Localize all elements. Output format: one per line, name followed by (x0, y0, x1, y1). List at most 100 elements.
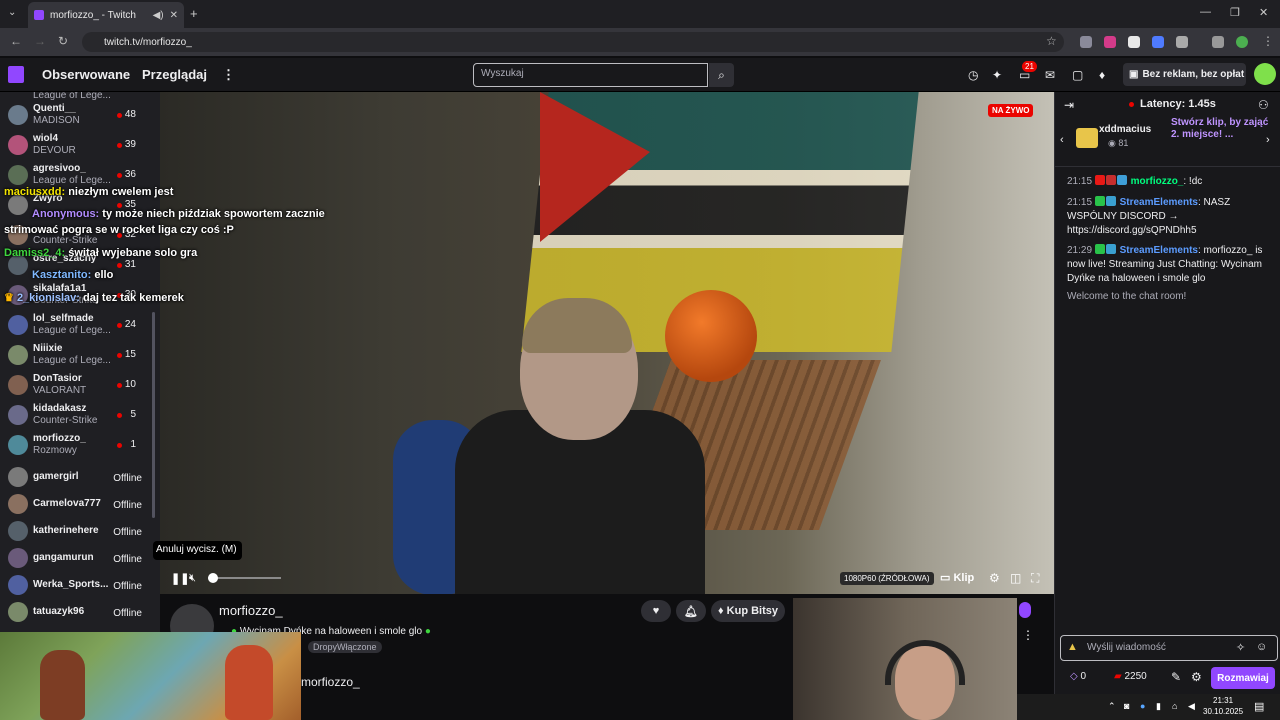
channel-name[interactable]: morfiozzo_ (219, 603, 283, 618)
emote-icon[interactable]: ✧ (1236, 641, 1245, 654)
minimize-icon[interactable]: — (1200, 6, 1211, 18)
tray-chevron-icon[interactable]: ⌃ (1108, 701, 1116, 712)
sidebar-channel-row[interactable]: DonTasior VALORANT 10 (0, 370, 160, 400)
sidebar-channel-row[interactable]: Niiixie League of Lege... 15 (0, 340, 160, 370)
sidebar-channel-row[interactable]: Quenti__ MADISON 48 (0, 100, 160, 130)
search-icon[interactable]: ⌕ (709, 63, 734, 87)
extension-icon[interactable] (1104, 36, 1116, 48)
taskbar-clock[interactable]: 21:31 30.10.2025 (1203, 695, 1243, 717)
hype-message[interactable]: Stwórz klip, by zająć 2. miejsce! ... (1171, 117, 1271, 141)
turbo-button[interactable]: ▣ Bez reklam, bez opłat (1123, 63, 1246, 86)
extensions-puzzle-icon[interactable] (1176, 36, 1188, 48)
sidebar-offline-row[interactable]: Werka_Sports... Offline (0, 570, 160, 600)
tray-mic-icon[interactable]: ▮ (1156, 701, 1161, 712)
browser-tab[interactable]: morfiozzo_ - Twitch ◀) ✕ (28, 2, 184, 28)
live-dot (117, 143, 122, 148)
green-dot-icon: ● (424, 626, 431, 637)
offline-status: Offline (113, 581, 142, 592)
nav-following[interactable]: Obserwowane (42, 67, 130, 82)
restore-icon[interactable]: ❐ (1230, 6, 1240, 19)
offline-status: Offline (113, 473, 142, 484)
tray-network-icon[interactable]: ⌂ (1172, 701, 1177, 711)
buy-bits-button[interactable]: ♦ Kup Bitsy (711, 600, 785, 622)
sidebar-offline-row[interactable]: Carmelova777 Offline (0, 489, 160, 519)
send-chat-button[interactable]: Rozmawiaj (1211, 667, 1275, 689)
community-icon[interactable]: ⚇ (1258, 98, 1269, 112)
user-avatar[interactable] (1254, 63, 1276, 85)
collapse-chat-icon[interactable]: ⇥ (1064, 98, 1074, 112)
drops-icon[interactable]: ✦ (992, 68, 1002, 82)
settings-gear-icon[interactable]: ⚙ (989, 571, 1000, 585)
channel-avatar (8, 548, 28, 568)
volume-slider[interactable] (208, 577, 281, 579)
sidebar-scrollbar[interactable] (152, 312, 155, 518)
bits-cheer-icon[interactable]: ▲ (1067, 641, 1078, 653)
extension-icon[interactable] (1128, 36, 1140, 48)
sidebar-offline-row[interactable]: gangamurun Offline (0, 543, 160, 573)
fullscreen-icon[interactable]: ⛶ (1031, 571, 1039, 586)
profile-icon[interactable] (1236, 36, 1248, 48)
chevron-left-icon[interactable]: ‹ (1060, 134, 1064, 146)
tab-close-icon[interactable]: ✕ (170, 10, 178, 21)
subscribe-check-icon[interactable] (1019, 602, 1031, 618)
chevron-right-icon[interactable]: › (1266, 134, 1270, 146)
tray-volume-icon[interactable]: ◀ (1188, 701, 1195, 712)
close-window-icon[interactable]: ✕ (1259, 6, 1268, 19)
extension-icon[interactable] (1152, 36, 1164, 48)
channel-points[interactable]: ◇ 0 (1070, 671, 1086, 682)
chat-tools-icon[interactable]: ✎ (1171, 670, 1181, 684)
bits-balance[interactable]: ▰ 2250 (1114, 671, 1147, 682)
chat-bubble-icon[interactable]: ▢ (1072, 68, 1083, 82)
pause-icon[interactable]: ❚❚ (171, 572, 189, 585)
chat-settings-icon[interactable]: ⚙ (1191, 670, 1202, 684)
bookmark-star-icon[interactable]: ☆ (1046, 34, 1057, 48)
new-tab-icon[interactable]: + (190, 6, 198, 21)
more-options-icon[interactable]: ⋮ (1022, 628, 1034, 642)
viewer-count: 31 (124, 259, 136, 270)
follow-heart-icon[interactable]: ♥ (641, 600, 671, 622)
live-dot (1129, 102, 1134, 107)
muted-speaker-icon[interactable]: 🔇︎ (189, 572, 196, 585)
reading-list-icon[interactable] (1212, 36, 1224, 48)
theatre-mode-icon[interactable]: ◫ (1010, 571, 1021, 585)
search-input[interactable]: Wyszukaj (473, 63, 708, 87)
volume-slider-knob[interactable] (208, 573, 218, 583)
twitch-logo-icon[interactable] (8, 66, 24, 83)
sidebar-offline-row[interactable]: tatuazyk96 Offline (0, 597, 160, 627)
hype-user-avatar (1076, 128, 1098, 148)
whispers-icon[interactable]: ✉ (1045, 68, 1055, 82)
stream-tag[interactable]: DropyWłączone (308, 641, 382, 653)
tray-app-icon[interactable]: ● (1140, 701, 1145, 711)
sidebar-offline-row[interactable]: gamergirl Offline (0, 462, 160, 492)
sidebar-channel-row[interactable]: morfiozzo_ Rozmowy 1 (0, 430, 160, 460)
emote-picker-icon[interactable]: ☺ (1256, 641, 1267, 653)
sidebar-channel-row[interactable]: lol_selfmade League of Lege... 24 (0, 310, 160, 340)
chat-input[interactable]: Wyślij wiadomość (1060, 635, 1278, 661)
notification-center-icon[interactable]: ▤ (1254, 700, 1264, 713)
live-dot (117, 383, 122, 388)
channel-avatar (8, 435, 28, 455)
sidebar-offline-row[interactable]: katherinehere Offline (0, 516, 160, 546)
reload-icon[interactable]: ↻ (58, 34, 68, 48)
tab-audio-icon[interactable]: ◀) (153, 10, 164, 21)
notification-bell-icon[interactable]: 🔔︎ (676, 600, 706, 622)
url-field[interactable]: twitch.tv/morfiozzo_ (82, 32, 1064, 52)
back-icon[interactable]: ← (10, 34, 22, 48)
sidebar-channel-row[interactable]: wiol4 DEVOUR 39 (0, 130, 160, 160)
extension-icon[interactable] (1080, 36, 1092, 48)
forward-icon[interactable]: → (34, 34, 46, 48)
more-icon[interactable]: ⋮ (222, 67, 235, 83)
badge-icon (1105, 175, 1116, 185)
browser-menu-icon[interactable]: ⋮ (1262, 34, 1274, 48)
sidebar-channel-row[interactable]: kidadakasz Counter-Strike 5 (0, 400, 160, 430)
crown-icon: ♛ (4, 292, 14, 304)
channel-game: League of Lege... (33, 355, 111, 366)
channel-avatar (8, 105, 28, 125)
tab-list-icon[interactable]: ⌄ (8, 7, 16, 18)
activity-icon[interactable]: ◷ (968, 68, 978, 82)
clip-button[interactable]: ▭ Klip (940, 571, 974, 584)
tray-discord-icon[interactable]: ◙ (1124, 701, 1129, 711)
video-scene-pumpkin (665, 290, 757, 382)
nav-browse[interactable]: Przeglądaj (142, 67, 207, 82)
bits-icon[interactable]: ♦ (1099, 68, 1105, 82)
